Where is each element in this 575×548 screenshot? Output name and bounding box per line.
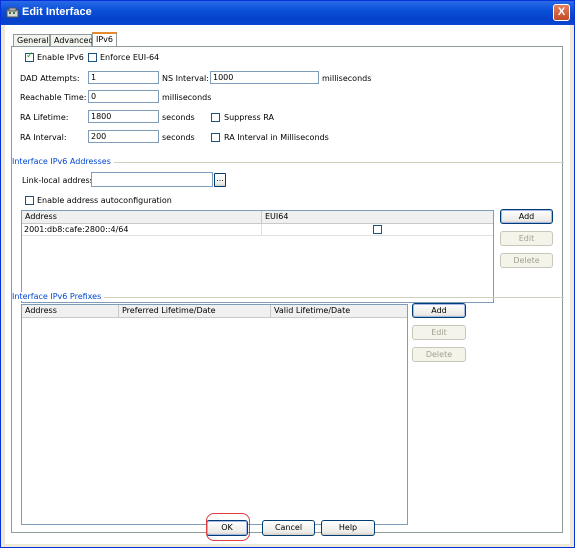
prefixes-table[interactable]: Address Preferred Lifetime/Date Valid Li… — [21, 304, 408, 525]
reachable-time-label: Reachable Time: — [20, 93, 87, 102]
ns-interval-unit: milliseconds — [322, 74, 372, 83]
enforce-eui64-checkbox[interactable] — [88, 53, 97, 62]
tab-ipv6-label: IPv6 — [96, 35, 114, 44]
ipv6-tab-panel: Enable IPv6 Enforce EUI-64 DAD Attempts:… — [11, 46, 564, 533]
close-button[interactable]: X — [553, 4, 570, 21]
ra-interval-unit: seconds — [162, 133, 195, 142]
dad-attempts-label: DAD Attempts: — [20, 74, 80, 83]
ra-lifetime-input[interactable]: 1800 — [88, 110, 159, 123]
table-row-address[interactable]: 2001:db8:cafe:2800::4/64 — [22, 224, 262, 236]
add-prefix-button[interactable]: Add — [412, 303, 466, 318]
ra-interval-ms-label: RA Interval in Milliseconds — [224, 133, 329, 142]
suppress-ra-label: Suppress RA — [224, 113, 274, 122]
tab-ipv6[interactable]: IPv6 — [92, 32, 117, 47]
ra-interval-label: RA Interval: — [20, 133, 67, 142]
addresses-col-eui64[interactable]: EUI64 — [262, 211, 493, 224]
browse-icon: ... — [216, 174, 224, 183]
window-title: Edit Interface — [22, 6, 92, 18]
enforce-eui64-label: Enforce EUI-64 — [100, 53, 160, 62]
delete-address-button[interactable]: Delete — [500, 253, 553, 268]
tab-advanced-label: Advanced — [54, 36, 94, 45]
edit-interface-dialog: Edit Interface X General Advanced IPv6 E… — [0, 0, 575, 548]
edit-address-button[interactable]: Edit — [500, 231, 553, 246]
addresses-table[interactable]: Address EUI64 2001:db8:cafe:2800::4/64 — [21, 210, 494, 303]
eui64-checkbox[interactable] — [373, 225, 382, 234]
close-icon: X — [557, 6, 566, 18]
reachable-time-input[interactable]: 0 — [88, 90, 159, 103]
ra-lifetime-unit: seconds — [162, 113, 195, 122]
prefixes-group-title: Interface IPv6 Prefixes — [12, 292, 105, 301]
autoconfig-checkbox[interactable] — [25, 196, 34, 205]
suppress-ra-checkbox[interactable] — [211, 113, 220, 122]
prefixes-col-preferred[interactable]: Preferred Lifetime/Date — [119, 305, 271, 318]
prefixes-col-valid[interactable]: Valid Lifetime/Date — [271, 305, 407, 318]
help-button[interactable]: Help — [321, 520, 375, 536]
edit-prefix-button[interactable]: Edit — [412, 325, 466, 340]
enable-ipv6-checkbox[interactable] — [25, 51, 34, 62]
link-local-input[interactable] — [91, 172, 213, 187]
reachable-time-unit: milliseconds — [162, 93, 212, 102]
enable-ipv6-label: Enable IPv6 — [37, 53, 84, 62]
title-bar[interactable]: Edit Interface X — [1, 1, 574, 25]
ra-lifetime-label: RA Lifetime: — [20, 113, 69, 122]
add-address-button[interactable]: Add — [500, 209, 553, 224]
tab-general-label: General — [17, 36, 49, 45]
ra-interval-input[interactable]: 200 — [88, 130, 159, 143]
ra-interval-ms-checkbox[interactable] — [211, 133, 220, 142]
cancel-button[interactable]: Cancel — [262, 520, 315, 536]
dialog-body: General Advanced IPv6 Enable IPv6 Enforc… — [5, 25, 570, 544]
dad-attempts-input[interactable]: 1 — [88, 71, 159, 84]
addresses-col-address[interactable]: Address — [22, 211, 262, 224]
delete-prefix-button[interactable]: Delete — [412, 347, 466, 362]
link-local-browse-button[interactable]: ... — [214, 173, 226, 187]
addresses-group-title: Interface IPv6 Addresses — [12, 157, 114, 166]
table-row-eui64[interactable] — [262, 224, 493, 236]
prefixes-col-address[interactable]: Address — [22, 305, 119, 318]
ok-highlight-circle — [206, 513, 250, 541]
autoconfig-label: Enable address autoconfiguration — [37, 196, 172, 205]
ns-interval-label: NS Interval: — [162, 74, 209, 83]
link-local-label: Link-local address: — [22, 176, 97, 185]
ns-interval-input[interactable]: 1000 — [210, 71, 319, 84]
asdm-app-icon — [6, 7, 19, 18]
